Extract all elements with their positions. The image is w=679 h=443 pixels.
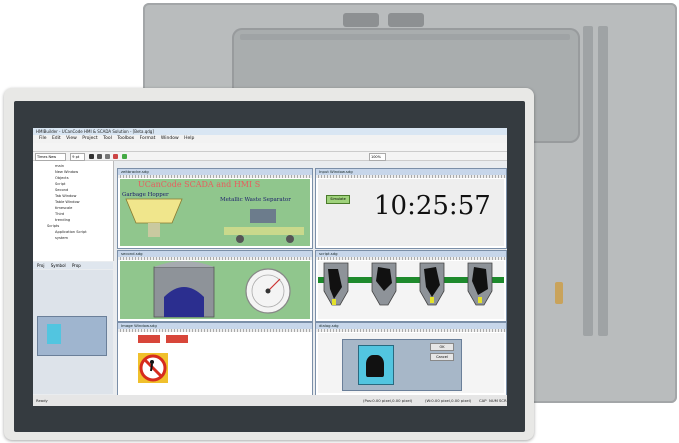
ruler [118,257,312,260]
window-zeitbracke[interactable]: zeitbracke.sdg UCanCode SCADA and HMI S … [117,168,313,249]
project-tree: main New Window Objects Script Second Ta… [33,161,114,261]
app-title: HMIBuilder - UCanCode HMI & SCADA Soluti… [36,129,154,134]
silo-canvas [120,261,310,319]
menu-edit[interactable]: Edit [48,136,61,141]
cancel-button[interactable]: Cancel [430,353,454,361]
tree-item-third[interactable]: Third [55,212,64,216]
underline-icon[interactable] [105,153,111,159]
tree-item-main[interactable]: main [55,164,64,168]
menu-toolbox[interactable]: Toolbox [113,136,134,141]
ok-button[interactable]: OK [430,343,454,351]
menu-tool[interactable]: Tool [99,136,112,141]
toolbar-main [33,143,507,158]
menu-format[interactable]: Format [136,136,156,141]
antenna-connector-icon [555,282,563,304]
tree-tab-bar: Proj Symbol Prop [33,262,113,269]
ruler [316,329,506,332]
window-dialog[interactable]: dialog.sdg OK Cancel [315,322,507,396]
hopper-graphic [125,198,304,243]
tree-item-objects[interactable]: Objects [55,176,69,180]
back-panel-connector-icon [388,13,424,27]
back-panel-rib [583,26,593,336]
digital-clock: 10:25:57 [374,191,491,221]
toolbar-format: Times New Roman 9 pt 100% [33,152,507,165]
font-color-icon[interactable] [113,153,119,159]
ruler [316,257,506,260]
preview-silo-icon [47,324,61,344]
back-panel-rib [598,26,608,336]
tree-item-table-window[interactable]: Table Window [55,200,80,204]
status-caps: CAP [479,398,487,403]
status-position: (Pos:0.00 pixel,0.00 pixel) [363,398,413,403]
font-size-select[interactable]: 9 pt [70,153,86,161]
status-size: (W:0.00 pixel,0.00 pixel) [425,398,472,403]
back-panel-rib [240,34,570,40]
fill-color-icon[interactable] [121,153,127,159]
valve-canvas [318,261,504,319]
ruler [118,175,312,178]
alarm-indicator [138,335,160,343]
tree-item-script[interactable]: Script [55,182,65,186]
status-bar: Ready (Pos:0.00 pixel,0.00 pixel) (W:0.0… [33,395,507,406]
image-canvas [120,333,310,393]
menu-help[interactable]: Help [180,136,194,141]
silo-dialog-fill [366,355,384,377]
window-second[interactable]: second.sdg [117,250,313,322]
tree-item-second[interactable]: Second [55,188,68,192]
tree-item-scripts[interactable]: Scripts [47,224,59,228]
status-num: NUM [489,398,498,403]
menu-file[interactable]: File [33,136,47,141]
tree-item-tab-window[interactable]: Tab Window [55,194,76,198]
tree-item-timescale[interactable]: timescale [55,206,72,210]
tab-proj[interactable]: Proj [33,263,44,268]
status-scrl: SCRL [499,398,507,403]
scada-canvas: UCanCode SCADA and HMI S Garbage Hopper … [120,179,310,246]
tree-item-application-script[interactable]: Application Script [55,230,87,234]
status-ready: Ready [36,398,48,403]
tab-prop[interactable]: Prop [67,263,81,268]
simulate-button[interactable]: Simulate [326,195,350,204]
valves-graphic [318,262,504,306]
ruler [316,175,506,178]
ruler [118,329,312,332]
font-name-select[interactable]: Times New Roman [35,153,66,165]
tree-item-system[interactable]: system [55,236,68,240]
zoom-select[interactable]: 100% [368,153,386,161]
tree-item-trending[interactable]: trending [55,218,70,222]
back-panel-connector-icon [343,13,379,27]
menu-project[interactable]: Project [78,136,97,141]
window-input[interactable]: Input Window.sdg Simulate 10:25:57 [315,168,507,249]
dialog-canvas: OK Cancel [318,333,504,393]
no-pedestrian-sign-icon [138,353,168,383]
app-title-bar: HMIBuilder - UCanCode HMI & SCADA Soluti… [33,128,507,135]
menu-bar: File Edit View Project Tool Toolbox Form… [33,135,507,143]
alarm-indicator [166,335,188,343]
clock-canvas: Simulate 10:25:57 [318,179,504,246]
menu-window[interactable]: Window [157,136,179,141]
bold-icon[interactable] [88,153,94,159]
window-script[interactable]: script.sdg [315,250,507,322]
tab-symbol[interactable]: Symbol [46,263,66,268]
tree-item-new-window[interactable]: New Window [55,170,78,174]
silo-gauge-graphic [153,261,291,318]
menu-view[interactable]: View [62,136,77,141]
preview-pane [33,270,113,394]
italic-icon[interactable] [96,153,102,159]
window-image[interactable]: Image Window.sdg [117,322,313,396]
hmi-display: HMIBuilder - UCanCode HMI & SCADA Soluti… [33,128,507,406]
